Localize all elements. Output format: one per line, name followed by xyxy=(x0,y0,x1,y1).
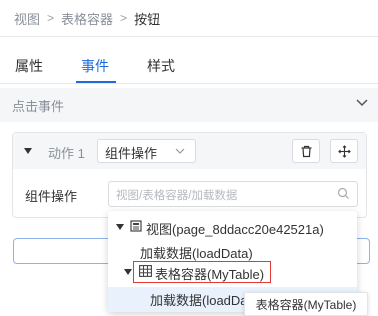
divider xyxy=(0,36,378,37)
expand-triangle-icon[interactable] xyxy=(124,269,132,275)
tab-properties[interactable]: 属性 xyxy=(15,56,43,76)
breadcrumb-separator: > xyxy=(47,11,55,25)
divider xyxy=(0,83,378,84)
page-icon xyxy=(130,220,142,232)
chevron-down-icon[interactable] xyxy=(355,96,369,110)
collapse-triangle-icon[interactable] xyxy=(24,148,32,154)
component-operation-label: 组件操作 xyxy=(25,189,78,204)
tooltip: 表格容器(MyTable) xyxy=(244,292,368,316)
section-title: 点击事件 xyxy=(12,99,65,114)
breadcrumb: 视图 > 表格容器 > 按钮 xyxy=(0,0,378,36)
tree-item-view[interactable]: 视图(page_8ddacc20e42521a) xyxy=(146,219,324,238)
move-action-button[interactable] xyxy=(330,139,358,163)
tab-events[interactable]: 事件 xyxy=(81,56,109,76)
tab-bar: 属性 事件 样式 xyxy=(0,48,378,80)
delete-action-button[interactable] xyxy=(292,139,320,163)
highlight-box xyxy=(133,261,271,283)
action-label: 动作 1 xyxy=(48,146,85,161)
search-icon xyxy=(337,187,349,199)
breadcrumb-item-view[interactable]: 视图 xyxy=(14,9,40,28)
action-type-value: 组件操作 xyxy=(105,146,158,161)
tab-styles[interactable]: 样式 xyxy=(147,56,175,76)
breadcrumb-item-button: 按钮 xyxy=(134,11,161,27)
component-operation-placeholder: 视图/表格容器/加载数据 xyxy=(116,190,238,202)
breadcrumb-separator: > xyxy=(120,11,128,25)
trash-icon xyxy=(301,145,311,157)
chevron-down-icon xyxy=(175,148,185,154)
move-icon xyxy=(337,144,351,158)
breadcrumb-item-table-container[interactable]: 表格容器 xyxy=(61,9,113,28)
expand-triangle-icon[interactable] xyxy=(116,224,124,230)
tree-item-view-load-data[interactable]: 加载数据(loadData) xyxy=(140,243,253,262)
